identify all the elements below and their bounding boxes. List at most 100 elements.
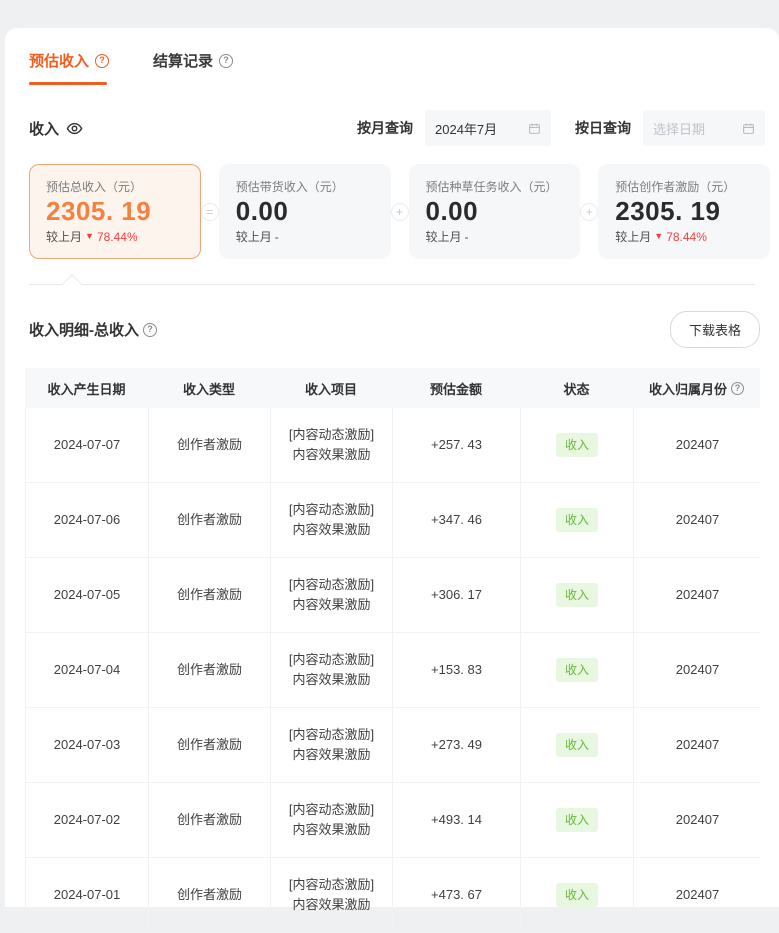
help-icon[interactable]: ? [731,382,744,395]
calendar-icon [528,122,541,135]
card-compare: 较上月 - [426,228,564,245]
income-title-label: 收入 [29,118,59,139]
status-badge: 收入 [556,733,598,758]
card-value: 0.00 [236,196,374,227]
card-compare: 较上月 ▼ 78.44% [46,228,184,245]
card-value: 2305. 19 [615,196,753,227]
cell-attribution-month: 202407 [634,708,761,782]
cell-status: 收入 [521,483,634,557]
divider-notch [62,274,82,294]
status-badge: 收入 [556,808,598,833]
card-seeding-task-income[interactable]: 预估种草任务收入（元） 0.00 较上月 - [409,164,581,259]
eye-icon[interactable] [66,120,83,137]
cell-amount: +493. 14 [393,783,521,857]
cell-attribution-month: 202407 [634,783,761,857]
month-query-label: 按月查询 [357,118,413,138]
summary-cards: 预估总收入（元） 2305. 19 较上月 ▼ 78.44% = 预估带货收入（… [29,164,770,259]
cell-status: 收入 [521,708,634,782]
header-status: 状态 [520,368,633,408]
table-row[interactable]: 2024-07-04 创作者激励 [内容动态激励] 内容效果激励 +153. 8… [26,633,760,708]
table-row[interactable]: 2024-07-07 创作者激励 [内容动态激励] 内容效果激励 +257. 4… [26,408,760,483]
card-compare: 较上月 - [236,228,374,245]
day-query-label: 按日查询 [575,118,631,138]
cell-attribution-month: 202407 [634,483,761,557]
help-icon[interactable]: ? [219,54,233,68]
cell-income-type: 创作者激励 [149,483,271,557]
cell-income-project: [内容动态激励] 内容效果激励 [271,783,393,857]
table-row[interactable]: 2024-07-02 创作者激励 [内容动态激励] 内容效果激励 +493. 1… [26,783,760,858]
header-attribution-month: 收入归属月份 ? [633,368,760,408]
cell-income-date: 2024-07-02 [26,783,149,857]
card-label: 预估带货收入（元） [236,178,374,195]
help-icon[interactable]: ? [95,54,109,68]
table-header-row: 收入产生日期 收入类型 收入项目 预估金额 状态 收入归属月份 ? [25,368,760,408]
table-row[interactable]: 2024-07-05 创作者激励 [内容动态激励] 内容效果激励 +306. 1… [26,558,760,633]
cell-amount: +257. 43 [393,408,521,482]
header-income-date: 收入产生日期 [25,368,148,408]
down-arrow-icon: ▼ [85,232,94,241]
day-picker-input[interactable]: 选择日期 [643,110,765,146]
help-icon[interactable]: ? [143,323,157,337]
cell-income-project: [内容动态激励] 内容效果激励 [271,558,393,632]
status-badge: 收入 [556,658,598,683]
card-label: 预估种草任务收入（元） [426,178,564,195]
income-title: 收入 [29,118,83,139]
cell-income-date: 2024-07-05 [26,558,149,632]
cell-income-type: 创作者激励 [149,858,271,932]
cell-income-project: [内容动态激励] 内容效果激励 [271,483,393,557]
card-total-income[interactable]: 预估总收入（元） 2305. 19 较上月 ▼ 78.44% [29,164,201,259]
download-table-button[interactable]: 下载表格 [670,311,760,348]
active-tab-underline [29,82,107,85]
status-badge: 收入 [556,883,598,908]
cell-status: 收入 [521,858,634,932]
header-income-project: 收入项目 [270,368,392,408]
table-row[interactable]: 2024-07-06 创作者激励 [内容动态激励] 内容效果激励 +347. 4… [26,483,760,558]
cell-amount: +473. 67 [393,858,521,932]
income-detail-table: 收入产生日期 收入类型 收入项目 预估金额 状态 收入归属月份 ? 2024-0… [25,368,760,933]
table-row[interactable]: 2024-07-03 创作者激励 [内容动态激励] 内容效果激励 +273. 4… [26,708,760,783]
change-percent: 78.44% [97,230,138,244]
cell-income-date: 2024-07-07 [26,408,149,482]
cell-attribution-month: 202407 [634,558,761,632]
plus-icon: + [580,203,598,221]
change-percent: 78.44% [666,230,707,244]
table-body: 2024-07-07 创作者激励 [内容动态激励] 内容效果激励 +257. 4… [25,408,760,933]
card-creator-incentive[interactable]: 预估创作者激励（元） 2305. 19 较上月 ▼ 78.44% [598,164,770,259]
cell-income-type: 创作者激励 [149,558,271,632]
cell-income-type: 创作者激励 [149,708,271,782]
down-arrow-icon: ▼ [654,232,663,241]
cell-amount: +347. 46 [393,483,521,557]
card-compare: 较上月 ▼ 78.44% [615,228,753,245]
equals-separator: = [201,164,219,259]
tab-estimated-income[interactable]: 预估收入 ? [29,50,109,71]
cell-status: 收入 [521,558,634,632]
cell-income-type: 创作者激励 [149,633,271,707]
plus-separator: + [391,164,409,259]
cell-amount: +306. 17 [393,558,521,632]
cell-status: 收入 [521,633,634,707]
cell-status: 收入 [521,408,634,482]
month-picker-input[interactable]: 2024年7月 [425,110,551,146]
cell-amount: +273. 49 [393,708,521,782]
cell-attribution-month: 202407 [634,633,761,707]
cell-amount: +153. 83 [393,633,521,707]
section-divider [29,284,755,285]
card-value: 0.00 [426,196,564,227]
detail-title-label: 收入明细-总收入 [29,319,139,340]
change-percent: - [465,230,469,244]
cell-attribution-month: 202407 [634,408,761,482]
detail-title: 收入明细-总收入 ? [29,319,157,340]
cell-income-date: 2024-07-06 [26,483,149,557]
cell-income-type: 创作者激励 [149,408,271,482]
cell-attribution-month: 202407 [634,858,761,932]
tab-settlement-records[interactable]: 结算记录 ? [153,50,233,71]
card-goods-income[interactable]: 预估带货收入（元） 0.00 较上月 - [219,164,391,259]
card-label: 预估总收入（元） [46,178,184,195]
tab-label: 结算记录 [153,50,213,71]
header-income-type: 收入类型 [148,368,270,408]
plus-separator: + [580,164,598,259]
cell-income-date: 2024-07-03 [26,708,149,782]
table-row[interactable]: 2024-07-01 创作者激励 [内容动态激励] 内容效果激励 +473. 6… [26,858,760,933]
tab-label: 预估收入 [29,50,89,71]
status-badge: 收入 [556,433,598,458]
